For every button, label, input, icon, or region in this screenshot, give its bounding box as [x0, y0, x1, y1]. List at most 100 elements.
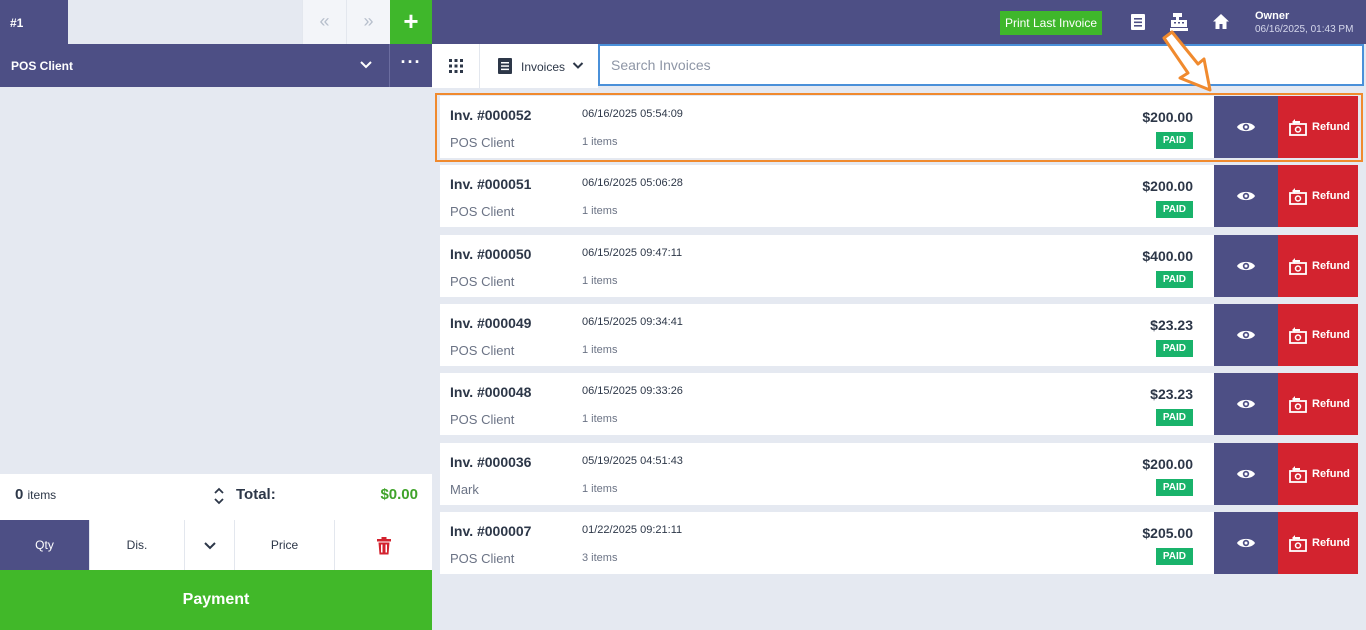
refund-button[interactable]: Refund — [1278, 373, 1358, 436]
eye-icon — [1237, 122, 1255, 132]
refund-button[interactable]: Refund — [1278, 165, 1358, 228]
cash-register-icon[interactable] — [1169, 12, 1189, 32]
grid-view-button[interactable] — [432, 44, 480, 88]
cart-tabs: #1 « » + — [0, 0, 432, 44]
items-count-label: items — [27, 488, 57, 502]
invoice-row[interactable]: Inv. #000049 06/15/2025 09:34:41 POS Clien… — [440, 303, 1358, 366]
eye-icon — [1237, 538, 1255, 547]
refund-label: Refund — [1312, 467, 1350, 480]
eye-icon — [1237, 261, 1255, 270]
invoice-client: POS Client — [450, 412, 515, 428]
invoices-dropdown-label: Invoices — [521, 60, 566, 74]
refund-money-icon — [1289, 326, 1307, 344]
prev-cart-button[interactable]: « — [302, 0, 346, 44]
invoice-number: Inv. #000036 — [450, 453, 532, 470]
invoice-toolbar: Invoices — [432, 44, 1366, 88]
refund-button[interactable]: Refund — [1278, 96, 1358, 158]
invoice-client: Mark — [450, 481, 479, 497]
invoice-row[interactable]: Inv. #000052 06/16/2025 05:54:09 POS Clien… — [440, 96, 1358, 158]
refund-money-icon — [1289, 465, 1307, 483]
view-invoice-button[interactable] — [1214, 165, 1278, 228]
line-edit-bar: Qty Dis. Price — [0, 520, 432, 570]
trash-icon — [376, 536, 391, 555]
refund-money-icon — [1289, 396, 1307, 414]
invoice-datetime: 06/15/2025 09:34:41 — [582, 315, 683, 328]
next-cart-button[interactable]: » — [346, 0, 390, 44]
client-more-button[interactable]: ··· — [389, 44, 432, 87]
top-bar: Print Last Invoice Owner 06/16/2025, 01:… — [432, 0, 1366, 44]
refund-label: Refund — [1312, 190, 1350, 203]
view-invoice-button[interactable] — [1214, 373, 1278, 436]
invoice-row[interactable]: Inv. #000007 01/22/2025 09:21:11 POS Clien… — [440, 511, 1358, 574]
invoice-row[interactable]: Inv. #000048 06/15/2025 09:33:26 POS Clien… — [440, 373, 1358, 436]
invoices-dropdown[interactable]: Invoices — [480, 44, 598, 88]
invoice-client: POS Client — [450, 550, 515, 566]
invoice-items-count: 1 items — [582, 343, 618, 356]
view-invoice-button[interactable] — [1214, 511, 1278, 574]
invoice-amount: $200.00 — [1142, 109, 1193, 125]
status-badge: PAID — [1155, 478, 1193, 496]
home-icon[interactable] — [1211, 12, 1231, 32]
status-badge: PAID — [1155, 547, 1193, 565]
cart-tab-1[interactable]: #1 — [0, 0, 68, 44]
invoice-datetime: 06/16/2025 05:54:09 — [582, 108, 683, 120]
view-invoice-button[interactable] — [1214, 96, 1278, 158]
refund-button[interactable]: Refund — [1278, 511, 1358, 574]
list-icon[interactable] — [1128, 12, 1148, 32]
invoice-amount: $200.00 — [1142, 455, 1193, 472]
chevron-down-icon — [203, 542, 216, 550]
invoice-items-count: 1 items — [582, 413, 618, 426]
discount-type-toggle[interactable] — [185, 520, 235, 570]
document-icon — [498, 58, 512, 74]
total-value: $0.00 — [380, 486, 418, 503]
qty-button[interactable]: Qty — [0, 520, 90, 570]
eye-icon — [1237, 400, 1255, 409]
invoice-amount: $400.00 — [1142, 247, 1193, 264]
invoice-client: POS Client — [450, 342, 515, 358]
view-invoice-button[interactable] — [1214, 234, 1278, 297]
refund-label: Refund — [1312, 328, 1350, 341]
print-last-invoice-button[interactable]: Print Last Invoice — [1000, 11, 1102, 35]
invoice-amount: $23.23 — [1150, 316, 1193, 333]
refund-label: Refund — [1312, 398, 1350, 411]
invoice-number: Inv. #000049 — [450, 314, 532, 331]
refund-button[interactable]: Refund — [1278, 442, 1358, 505]
invoice-amount: $205.00 — [1142, 524, 1193, 541]
invoice-items-count: 1 items — [582, 136, 618, 148]
invoice-row[interactable]: Inv. #000051 06/16/2025 05:06:28 POS Clien… — [440, 165, 1358, 228]
status-badge: PAID — [1155, 201, 1193, 219]
invoice-number: Inv. #000052 — [450, 107, 532, 123]
payment-button[interactable]: Payment — [0, 570, 432, 630]
view-invoice-button[interactable] — [1214, 303, 1278, 366]
invoice-client: POS Client — [450, 204, 515, 220]
search-input[interactable] — [600, 46, 1362, 84]
client-selector[interactable]: POS Client ··· — [0, 44, 432, 87]
cart-items-area — [0, 87, 432, 474]
refund-label: Refund — [1312, 536, 1350, 549]
price-button[interactable]: Price — [235, 520, 335, 570]
invoice-row[interactable]: Inv. #000036 05/19/2025 04:51:43 Mark 1 ite… — [440, 442, 1358, 505]
invoice-amount: $23.23 — [1150, 386, 1193, 403]
invoice-number: Inv. #000050 — [450, 245, 532, 262]
invoice-row[interactable]: Inv. #000050 06/15/2025 09:47:11 POS Clien… — [440, 234, 1358, 297]
invoice-client: POS Client — [450, 135, 515, 150]
invoice-number: Inv. #000051 — [450, 176, 532, 193]
cart-tab-strip — [68, 0, 302, 44]
add-cart-button[interactable]: + — [390, 0, 432, 44]
refund-money-icon — [1289, 257, 1307, 275]
view-invoice-button[interactable] — [1214, 442, 1278, 505]
refund-button[interactable]: Refund — [1278, 303, 1358, 366]
total-label: Total: — [236, 486, 276, 503]
delete-line-button[interactable] — [335, 520, 432, 570]
refund-label: Refund — [1312, 121, 1350, 133]
refund-money-icon — [1289, 119, 1307, 136]
refund-button[interactable]: Refund — [1278, 234, 1358, 297]
client-name: POS Client — [11, 59, 74, 73]
status-badge: PAID — [1155, 270, 1193, 288]
discount-button[interactable]: Dis. — [90, 520, 185, 570]
eye-icon — [1237, 192, 1255, 201]
invoice-number: Inv. #000048 — [450, 384, 532, 401]
sort-icon[interactable] — [212, 486, 226, 506]
status-badge: PAID — [1155, 409, 1193, 427]
eye-icon — [1237, 330, 1255, 340]
